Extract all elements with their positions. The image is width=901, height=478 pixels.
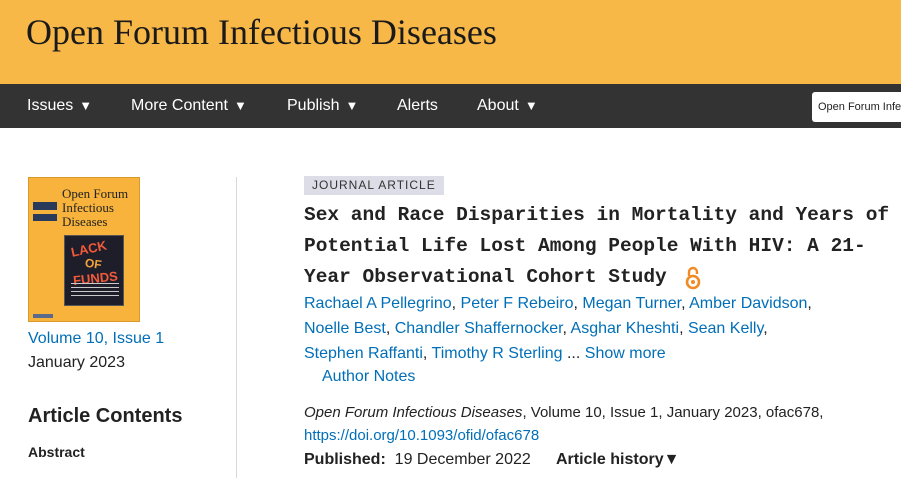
published-value: 19 December 2022 <box>394 451 531 468</box>
author-link[interactable]: Asghar Kheshti <box>571 320 680 337</box>
article-title-line: Potential Life Lost Among People With HI… <box>304 235 866 257</box>
cover-title-line: Infectious <box>62 200 114 215</box>
nav-issues[interactable]: Issues ▼ <box>27 84 92 128</box>
article-type-badge: JOURNAL ARTICLE <box>304 176 444 195</box>
nav-about[interactable]: About ▼ <box>477 84 538 128</box>
author-notes-link[interactable]: Author Notes <box>322 368 415 386</box>
article-history-toggle[interactable]: Article history▼ <box>556 451 679 469</box>
journal-title[interactable]: Open Forum Infectious Diseases <box>26 11 497 53</box>
authors-line: Noelle Best, Chandler Shaffernocker, Asg… <box>304 320 768 337</box>
chevron-down-icon: ▼ <box>345 98 359 113</box>
article-title-line: Year Observational Cohort Study <box>304 266 667 288</box>
nav-about-label: About <box>477 97 519 114</box>
cover-oxford-logo <box>33 314 53 318</box>
nav-publish[interactable]: Publish ▼ <box>287 84 358 128</box>
authors-line: Stephen Raffanti, Timothy R Sterling ...… <box>304 345 666 362</box>
nav-issues-label: Issues <box>27 97 74 114</box>
issue-cover-image[interactable]: Open Forum Infectious Diseases LACK OF F… <box>28 177 140 322</box>
authors-line: Rachael A Pellegrino, Peter F Rebeiro, M… <box>304 295 812 312</box>
citation-journal: Open Forum Infectious Diseases <box>304 404 523 421</box>
open-access-icon <box>685 266 701 290</box>
contents-item-abstract[interactable]: Abstract <box>28 444 85 460</box>
cover-publisher-logo <box>33 202 57 210</box>
issue-date: January 2023 <box>28 354 125 371</box>
article-title-line: Sex and Race Disparities in Mortality an… <box>304 204 890 226</box>
chevron-down-icon: ▼ <box>79 98 93 113</box>
published-label: Published: <box>304 451 386 468</box>
citation-details: , Volume 10, Issue 1, January 2023, ofac… <box>522 404 824 421</box>
column-divider <box>236 177 237 478</box>
nav-alerts[interactable]: Alerts <box>397 84 438 128</box>
chevron-down-icon: ▼ <box>524 98 538 113</box>
volume-issue-link[interactable]: Volume 10, Issue 1 <box>28 330 164 348</box>
chevron-down-icon: ▼ <box>233 98 247 113</box>
author-link[interactable]: Timothy R Sterling <box>432 345 563 362</box>
citation: Open Forum Infectious Diseases, Volume 1… <box>304 404 823 421</box>
cover-caption <box>71 283 119 299</box>
journal-banner: Open Forum Infectious Diseases <box>0 0 901 84</box>
author-link[interactable]: Chandler Shaffernocker <box>395 320 563 337</box>
author-link[interactable]: Megan Turner <box>582 295 681 312</box>
nav-publish-label: Publish <box>287 97 340 114</box>
cover-society-logo <box>33 214 57 221</box>
doi-link[interactable]: https://doi.org/10.1093/ofid/ofac678 <box>304 427 539 444</box>
author-link[interactable]: Rachael A Pellegrino <box>304 295 452 312</box>
author-link[interactable]: Amber Davidson <box>689 295 807 312</box>
authors-ellipsis: ... <box>566 345 581 362</box>
nav-more-content-label: More Content <box>131 97 228 114</box>
author-link[interactable]: Stephen Raffanti <box>304 345 423 362</box>
author-link[interactable]: Sean Kelly <box>688 320 763 337</box>
nav-more-content[interactable]: More Content ▼ <box>131 84 247 128</box>
article-history-label: Article history <box>556 451 664 468</box>
chevron-down-icon: ▼ <box>663 451 680 468</box>
published-date: Published: 19 December 2022 <box>304 451 531 469</box>
main-navigation: Issues ▼ More Content ▼ Publish ▼ Alerts Ab… <box>0 84 901 128</box>
author-link[interactable]: Noelle Best <box>304 320 386 337</box>
cover-title-line: Open Forum <box>62 186 129 201</box>
cover-title: Open Forum Infectious Diseases <box>62 187 128 229</box>
show-more-authors-link[interactable]: Show more <box>585 345 666 362</box>
article-contents-heading: Article Contents <box>28 405 183 427</box>
search-scope-select[interactable]: Open Forum Infectious Diseases <box>812 92 901 122</box>
author-link[interactable]: Peter F Rebeiro <box>461 295 574 312</box>
cover-title-line: Diseases <box>62 214 108 229</box>
nav-alerts-label: Alerts <box>397 97 438 114</box>
